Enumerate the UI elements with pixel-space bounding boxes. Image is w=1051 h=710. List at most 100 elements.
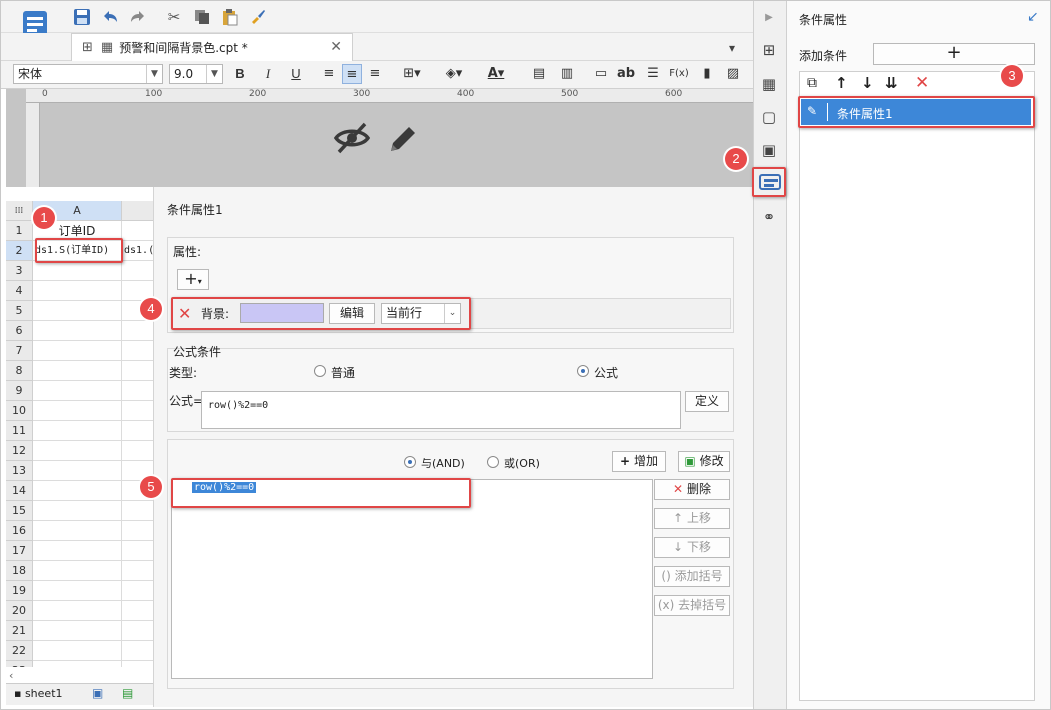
grid-cell[interactable] (33, 601, 122, 621)
add-condition-button[interactable]: + 增加 (612, 451, 666, 472)
split-cell-icon[interactable]: ▥ (557, 64, 577, 84)
grid-cell[interactable] (33, 301, 122, 321)
row-header[interactable]: 22 (6, 641, 33, 661)
grid-cell[interactable] (122, 641, 153, 661)
border-icon[interactable]: ⊞▾ (397, 64, 427, 84)
grid-cell[interactable] (33, 281, 122, 301)
cell-element-icon[interactable]: ▦ (758, 73, 780, 95)
fill-color-icon[interactable]: ◈▾ (439, 64, 469, 84)
grid-cell[interactable] (33, 361, 122, 381)
add-bracket-button[interactable]: () 添加括号 (654, 566, 730, 587)
row-header[interactable]: 15 (6, 501, 33, 521)
row-header[interactable]: 3 (6, 261, 33, 281)
text-field-icon[interactable]: ▭ (591, 64, 611, 84)
row-header[interactable]: 12 (6, 441, 33, 461)
text-icon[interactable]: ab (615, 64, 637, 84)
copy-icon[interactable] (191, 6, 213, 28)
grid-cell[interactable] (122, 381, 153, 401)
delete-icon[interactable]: ✕ (915, 73, 929, 93)
row-header[interactable]: 9 (6, 381, 33, 401)
radio-normal[interactable] (314, 365, 326, 377)
grid-cell[interactable] (122, 421, 153, 441)
add-sheet-icon[interactable]: ▣ (92, 686, 103, 700)
row-header[interactable]: 11 (6, 421, 33, 441)
italic-button[interactable]: I (259, 64, 277, 84)
cell-b2[interactable]: ds1.( (122, 241, 153, 261)
grid-cell[interactable] (122, 561, 153, 581)
row-header[interactable]: 2 (6, 241, 33, 261)
grid-cell[interactable] (122, 521, 153, 541)
grid-cell[interactable] (33, 621, 122, 641)
image-icon[interactable]: ▨ (723, 64, 743, 84)
row-header[interactable]: 7 (6, 341, 33, 361)
grid-cell[interactable] (33, 381, 122, 401)
add-property-button[interactable]: +▾ (177, 269, 209, 290)
font-size-select[interactable]: 9.0 ▼ (169, 64, 223, 84)
row-header[interactable]: 16 (6, 521, 33, 541)
grid-cell[interactable] (122, 601, 153, 621)
radio-and[interactable] (404, 456, 416, 468)
grid-cell[interactable] (33, 581, 122, 601)
row-header[interactable]: 19 (6, 581, 33, 601)
grid-cell[interactable] (33, 321, 122, 341)
edit-pencil-icon[interactable] (385, 121, 421, 160)
grid-cell[interactable] (122, 501, 153, 521)
grid-cell[interactable] (122, 621, 153, 641)
row-header[interactable]: 21 (6, 621, 33, 641)
widget-icon[interactable]: ▢ (758, 106, 780, 128)
align-right-icon[interactable]: ≡ (365, 64, 385, 84)
grid-cell[interactable] (33, 441, 122, 461)
radio-or[interactable] (487, 456, 499, 468)
file-tab[interactable]: ⊞ ▦ 预警和间隔背景色.cpt * ✕ (71, 33, 353, 61)
define-button[interactable]: 定义 (685, 391, 729, 412)
grid-cell[interactable] (33, 661, 122, 667)
paragraph-icon[interactable]: ☰ (643, 64, 663, 84)
condition-list[interactable]: row()%2==0 (171, 479, 653, 679)
expand-icon[interactable]: ↙ (1027, 9, 1039, 25)
column-header-b[interactable] (122, 201, 153, 221)
grid-cell[interactable] (33, 461, 122, 481)
row-header[interactable]: 13 (6, 461, 33, 481)
row-header[interactable]: 17 (6, 541, 33, 561)
delete-button[interactable]: ✕ 删除 (654, 479, 730, 500)
radio-formula[interactable] (577, 365, 589, 377)
move-down-button[interactable]: ↓ 下移 (654, 537, 730, 558)
align-center-icon[interactable]: ≡ (342, 64, 362, 84)
redo-icon[interactable] (127, 6, 149, 28)
underline-button[interactable]: U (287, 64, 305, 84)
save-icon[interactable] (71, 6, 93, 28)
grid-cell[interactable] (33, 561, 122, 581)
undo-icon[interactable] (99, 6, 121, 28)
grid-cell[interactable] (33, 521, 122, 541)
sheet-tab[interactable]: ▪ sheet1 (14, 687, 63, 700)
arrow-up-icon[interactable]: ↑ (835, 74, 848, 92)
row-header[interactable]: 8 (6, 361, 33, 381)
row-header[interactable]: 20 (6, 601, 33, 621)
grid-corner[interactable]: ⁞⁞⁞ (6, 201, 33, 221)
arrow-down-icon[interactable]: ↓ (861, 74, 874, 92)
row-header[interactable]: 1 (6, 221, 33, 241)
grid-cell[interactable] (122, 581, 153, 601)
cell-attribute-icon[interactable]: ⊞ (758, 39, 780, 61)
merge-cell-icon[interactable]: ▤ (529, 64, 549, 84)
grid-cell[interactable] (122, 321, 153, 341)
row-header[interactable]: 14 (6, 481, 33, 501)
bold-button[interactable]: B (231, 64, 249, 84)
modify-button[interactable]: ▣ 修改 (678, 451, 730, 472)
format-painter-icon[interactable] (247, 6, 269, 28)
grid-cell[interactable] (33, 541, 122, 561)
align-left-icon[interactable]: ≡ (319, 64, 339, 84)
grid-cell[interactable] (33, 481, 122, 501)
remove-bracket-button[interactable]: (x) 去掉括号 (654, 595, 730, 616)
property-icon[interactable]: ▣ (758, 139, 780, 161)
move-bottom-icon[interactable]: ⇊ (885, 74, 898, 92)
grid-cell[interactable] (122, 661, 153, 667)
row-header[interactable]: 5 (6, 301, 33, 321)
chart-icon[interactable]: ▮ (697, 64, 717, 84)
row-header[interactable]: 10 (6, 401, 33, 421)
grid-cell[interactable] (122, 441, 153, 461)
grid-cell[interactable] (122, 541, 153, 561)
grid-cell[interactable] (33, 261, 122, 281)
hide-icon[interactable] (333, 119, 371, 160)
grid-cell[interactable] (122, 401, 153, 421)
